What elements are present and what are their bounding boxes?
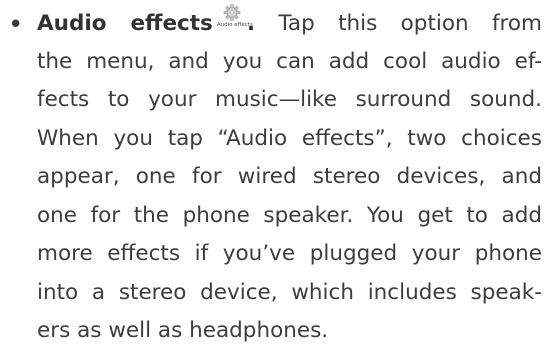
paragraph-line-5: appear, one for wired stereo devices, an… bbox=[37, 164, 542, 189]
paragraph: Audio effects Audio effects . Tap this o… bbox=[37, 4, 542, 351]
term-audio-effects: Audio effects bbox=[37, 11, 213, 36]
paragraph-line-2: the menu, and you can add cool audio ef- bbox=[37, 48, 542, 74]
paragraph-line-7: more effects if you’ve plugged your phon… bbox=[37, 241, 542, 266]
line-text-1: Tap this option from bbox=[255, 11, 542, 36]
icon-caption: Audio effects bbox=[216, 22, 253, 28]
document-page: • Audio effects Audio effects . Tap this… bbox=[0, 0, 552, 343]
audio-effects-icon: Audio effects bbox=[216, 4, 253, 32]
bullet-marker: • bbox=[8, 10, 24, 40]
paragraph-line-3: fects to your music—like surround sound. bbox=[37, 87, 542, 112]
gear-icon bbox=[223, 4, 241, 21]
paragraph-line-1: Audio effects Audio effects . Tap this o… bbox=[37, 4, 542, 43]
paragraph-line-8: into a stereo device, which includes spe… bbox=[37, 279, 542, 305]
paragraph-line-6: one for the phone speaker. You get to ad… bbox=[37, 202, 542, 228]
paragraph-line-9: ers as well as headphones. bbox=[37, 318, 329, 343]
paragraph-line-4: When you tap “Audio effects”, two choice… bbox=[37, 125, 542, 151]
